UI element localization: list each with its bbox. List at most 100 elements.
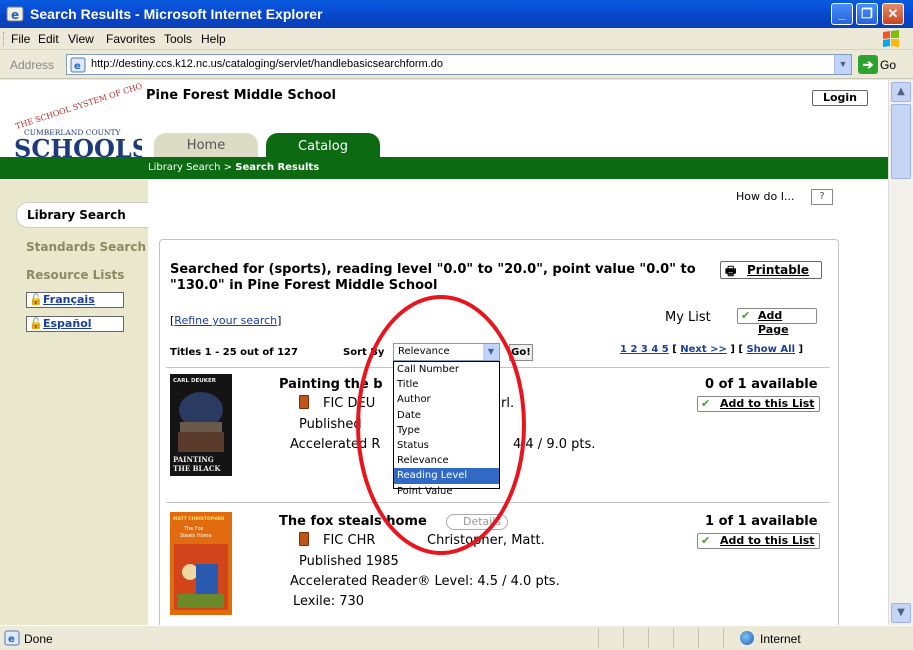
status-divider <box>623 628 624 648</box>
checkmark-pencil-icon: ✔ <box>701 534 711 547</box>
sort-option-point-value[interactable]: Point Value <box>394 484 499 499</box>
titles-count: Titles 1 - 25 out of 127 <box>170 347 298 358</box>
svg-text:Steals Home: Steals Home <box>180 533 212 539</box>
my-list-label: My List <box>665 310 711 325</box>
result-title-link[interactable]: Painting the b <box>279 377 383 392</box>
cover-art: MATT CHRISTOPHER The Fox Steals Home <box>170 512 232 615</box>
go-button-label[interactable]: Go <box>880 58 896 72</box>
tab-home[interactable]: Home <box>154 133 258 157</box>
menu-view[interactable]: View <box>68 32 94 46</box>
availability: 0 of 1 available <box>705 377 818 392</box>
details-button[interactable]: Details <box>446 514 509 530</box>
sort-option-relevance[interactable]: Relevance <box>394 453 499 468</box>
cover-art: CARL DEUKER PAINTING THE BLACK <box>170 374 232 476</box>
sidebar-item-library-search[interactable]: Library Search <box>16 202 148 228</box>
book-cover-fox-steals-home[interactable]: MATT CHRISTOPHER The Fox Steals Home <box>170 512 232 615</box>
sort-go-button[interactable]: Go! <box>509 344 533 361</box>
chevron-down-icon[interactable]: ▼ <box>483 344 499 360</box>
address-label: Address <box>10 58 55 72</box>
refine-search-link[interactable]: Refine your search <box>174 314 277 327</box>
sort-selected-value: Relevance <box>398 346 450 357</box>
author-fragment: rl. <box>501 396 515 411</box>
lexile: Lexile: 730 <box>293 594 365 609</box>
title-bar: e Search Results - Microsoft Internet Ex… <box>0 0 913 28</box>
district-logo: THE SCHOOL SYSTEM OF CHOICE CUMBERLAND C… <box>14 83 142 163</box>
windows-flag-icon <box>883 30 899 47</box>
sort-dropdown-list: Call Number Title Author Date Type Statu… <box>393 361 500 497</box>
scroll-thumb[interactable] <box>891 104 911 179</box>
breadcrumb-library-search[interactable]: Library Search > <box>148 162 235 173</box>
language-francais-button[interactable]: 🔓 Français <box>26 292 124 308</box>
language-label: Français <box>43 293 95 306</box>
scroll-up-icon[interactable]: ▲ <box>891 82 911 102</box>
help-label[interactable]: How do I... <box>736 190 794 203</box>
book-cover-painting-the-black[interactable]: CARL DEUKER PAINTING THE BLACK <box>170 374 232 476</box>
vertical-scrollbar[interactable]: ▲ ▼ <box>888 80 913 625</box>
sort-option-title[interactable]: Title <box>394 377 499 392</box>
printer-icon: 🖶 <box>725 264 737 278</box>
sort-option-author[interactable]: Author <box>394 392 499 407</box>
internet-explorer-icon: e <box>6 6 24 22</box>
maximize-button[interactable]: ❐ <box>856 3 878 25</box>
show-all-link[interactable]: Show All <box>746 344 795 355</box>
add-to-list-button[interactable]: ✔ Add to this List <box>697 533 820 549</box>
status-divider <box>723 628 724 648</box>
browser-window: e Search Results - Microsoft Internet Ex… <box>0 0 913 650</box>
login-button[interactable]: Login <box>812 90 868 106</box>
page-links[interactable]: 1 2 3 4 5 <box>620 344 669 355</box>
printable-button[interactable]: 🖶 Printable <box>720 261 822 279</box>
go-arrow-icon[interactable]: ➔ <box>858 55 878 74</box>
svg-text:MATT CHRISTOPHER: MATT CHRISTOPHER <box>173 516 225 522</box>
minimize-button[interactable]: _ <box>831 3 853 25</box>
add-page-button[interactable]: ✔ Add Page <box>737 308 817 336</box>
tab-catalog[interactable]: Catalog <box>266 133 380 159</box>
status-divider <box>673 628 674 648</box>
results-panel: Searched for (sports), reading level "0.… <box>159 239 839 625</box>
menu-edit[interactable]: Edit <box>38 32 59 46</box>
help-question-icon[interactable]: ? <box>811 189 833 205</box>
svg-text:e: e <box>74 61 81 72</box>
result-title-link[interactable]: The fox steals home <box>279 514 427 529</box>
language-label: Español <box>43 317 92 330</box>
sort-option-type[interactable]: Type <box>394 423 499 438</box>
menu-bar: File Edit View Favorites Tools Help <box>0 28 913 50</box>
book-icon <box>299 532 309 546</box>
window-title: Search Results - Microsoft Internet Expl… <box>30 6 323 22</box>
sidebar-item-resource-lists[interactable]: Resource Lists <box>26 268 124 282</box>
add-to-list-button[interactable]: ✔ Add to this List <box>697 396 820 412</box>
address-input[interactable]: e http://destiny.ccs.k12.nc.us/catalogin… <box>66 54 852 75</box>
sort-option-reading-level[interactable]: Reading Level <box>394 468 499 484</box>
security-zone: Internet <box>760 632 801 646</box>
address-url: http://destiny.ccs.k12.nc.us/cataloging/… <box>91 58 443 70</box>
sort-option-status[interactable]: Status <box>394 438 499 453</box>
page-done-icon: e <box>4 630 20 646</box>
sidebar: Library Search Standards Search Resource… <box>0 180 148 625</box>
author: Christopher, Matt. <box>427 533 545 548</box>
menu-tools[interactable]: Tools <box>164 32 192 46</box>
call-number: FIC DEU <box>323 396 376 411</box>
accelerated-reader: Accelerated R <box>290 437 381 452</box>
scroll-down-icon[interactable]: ▼ <box>891 603 911 623</box>
language-espanol-button[interactable]: 🔓 Español <box>26 316 124 332</box>
checkmark-pencil-icon: ✔ <box>701 397 711 410</box>
status-bar: e Done Internet <box>0 625 913 650</box>
next-page-link[interactable]: Next >> <box>680 344 727 355</box>
svg-text:e: e <box>8 634 15 645</box>
close-button[interactable]: ✕ <box>882 3 904 25</box>
sort-by-select[interactable]: Relevance ▼ <box>393 343 500 361</box>
address-dropdown-arrow-icon[interactable]: ▼ <box>834 55 851 74</box>
svg-text:PAINTING: PAINTING <box>173 455 214 464</box>
address-bar: Address e http://destiny.ccs.k12.nc.us/c… <box>0 51 913 79</box>
sidebar-item-standards-search[interactable]: Standards Search <box>26 240 146 254</box>
checkmark-pencil-icon: ✔ <box>741 309 751 322</box>
sort-option-date[interactable]: Date <box>394 408 499 423</box>
sort-option-call-number[interactable]: Call Number <box>394 362 499 377</box>
menu-file[interactable]: File <box>11 32 30 46</box>
search-summary: Searched for (sports), reading level "0.… <box>170 262 696 293</box>
menu-favorites[interactable]: Favorites <box>106 32 155 46</box>
menu-help[interactable]: Help <box>201 32 226 46</box>
call-number: FIC CHR <box>323 533 376 548</box>
svg-text:THE SCHOOL SYSTEM OF CHOICE: THE SCHOOL SYSTEM OF CHOICE <box>14 83 142 131</box>
published: Published <box>299 417 362 432</box>
page-icon: e <box>70 57 86 73</box>
